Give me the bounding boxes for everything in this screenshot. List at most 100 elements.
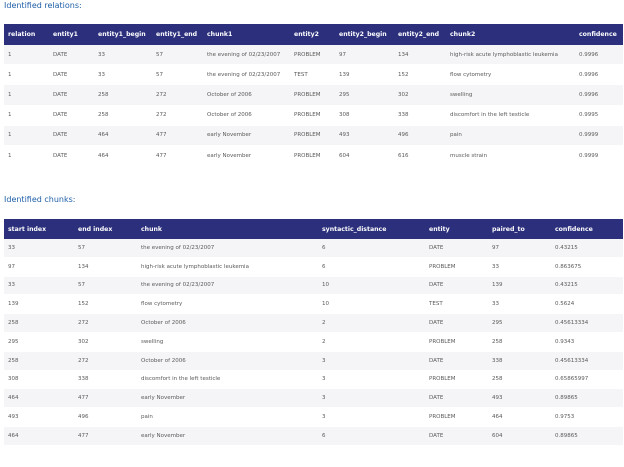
table-cell: 2 [318, 313, 425, 333]
table-cell: 493 [488, 388, 551, 409]
table-cell: PROBLEM [425, 370, 488, 390]
table-cell: 477 [152, 125, 203, 146]
table-cell: 604 [335, 145, 394, 167]
table-cell: 464 [94, 145, 152, 167]
table-cell: 3 [318, 407, 425, 427]
table-cell: muscle strain [446, 145, 575, 167]
table-cell: 139 [488, 276, 551, 296]
table-cell: 0.9999 [575, 125, 623, 146]
table-cell: 97 [4, 257, 74, 277]
table-cell: DATE [49, 45, 94, 66]
table-cell: 0.43215 [551, 239, 623, 258]
table-cell: 338 [74, 370, 137, 390]
column-header-confidence[interactable]: confidence [551, 219, 623, 239]
table-cell: 338 [488, 351, 551, 371]
table-cell: 3 [318, 370, 425, 390]
table-cell: the evening of 02/23/2007 [203, 64, 290, 86]
table-cell: DATE [425, 313, 488, 333]
table-cell: 57 [152, 45, 203, 66]
table-cell: 496 [394, 125, 446, 146]
table-row: 308 338 discomfort in the left testicle 3 PR… [4, 370, 623, 390]
table-cell: PROBLEM [425, 332, 488, 352]
table-cell: flow cytometry [137, 294, 318, 315]
table-cell: 6 [318, 257, 425, 277]
column-header-paired-to[interactable]: paired_to [488, 219, 551, 239]
table-cell: PROBLEM [425, 407, 488, 427]
table-cell: 152 [394, 64, 446, 86]
table-cell: 134 [74, 257, 137, 277]
table-cell: 0.9753 [551, 407, 623, 427]
table-row: 1 DATE 258 272 October of 2006 PROBLEM 295 302 s… [4, 84, 623, 106]
table-cell: 134 [394, 45, 446, 66]
table-cell: 477 [74, 426, 137, 446]
table-cell: DATE [49, 64, 94, 86]
table-cell: 308 [335, 105, 394, 126]
table-cell: 0.9996 [575, 64, 623, 86]
table-cell: early November [137, 426, 318, 446]
table-row: 33 57 the evening of 02/23/2007 6 DATE 97 0.43… [4, 239, 623, 258]
table-cell: 33 [94, 64, 152, 86]
column-header-chunk2[interactable]: chunk2 [446, 24, 575, 45]
table-cell: 604 [488, 426, 551, 446]
table-cell: discomfort in the left testicle [137, 370, 318, 390]
table-cell: 0.89865 [551, 388, 623, 409]
table-row: 464 477 early November 6 DATE 604 0.89865 [4, 426, 623, 446]
table-cell: 33 [4, 239, 74, 258]
table-cell: 0.89865 [551, 426, 623, 446]
table-cell: the evening of 02/23/2007 [203, 45, 290, 66]
column-header-entity2-begin[interactable]: entity2_begin [335, 24, 394, 45]
table-cell: high-risk acute lymphoblastic leukemia [137, 257, 318, 277]
table-cell: 493 [335, 125, 394, 146]
table-cell: 464 [94, 125, 152, 146]
table-cell: 616 [394, 145, 446, 167]
table-cell: 0.9996 [575, 84, 623, 106]
table-cell: 33 [488, 257, 551, 277]
table-row: 33 57 the evening of 02/23/2007 10 DATE 139 0.… [4, 276, 623, 296]
table-cell: 464 [488, 407, 551, 427]
table-row: 139 152 flow cytometry 10 TEST 33 0.5624 [4, 294, 623, 315]
table-cell: 1 [4, 125, 49, 146]
table-cell: 1 [4, 145, 49, 167]
column-header-entity1-end[interactable]: entity1_end [152, 24, 203, 45]
column-header-syntactic-distance[interactable]: syntactic_distance [318, 219, 425, 239]
table-cell: 0.65865997 [551, 370, 623, 390]
table-cell: 295 [488, 313, 551, 333]
chunks-header-row: start index end index chunk syntactic_di… [4, 219, 623, 239]
table-cell: early November [203, 145, 290, 167]
column-header-entity2-end[interactable]: entity2_end [394, 24, 446, 45]
column-header-start-index[interactable]: start index [4, 219, 74, 239]
column-header-end-index[interactable]: end index [74, 219, 137, 239]
column-header-entity1-begin[interactable]: entity1_begin [94, 24, 152, 45]
column-header-entity[interactable]: entity [425, 219, 488, 239]
table-cell: DATE [425, 388, 488, 409]
table-row: 1 DATE 464 477 early November PROBLEM 493 496 pa… [4, 125, 623, 146]
table-cell: 496 [74, 407, 137, 427]
column-header-entity1[interactable]: entity1 [49, 24, 94, 45]
table-cell: 2 [318, 332, 425, 352]
table-cell: 97 [335, 45, 394, 66]
table-cell: 295 [335, 84, 394, 106]
table-cell: 1 [4, 64, 49, 86]
column-header-relation[interactable]: relation [4, 24, 49, 45]
column-header-confidence[interactable]: confidence [575, 24, 623, 45]
table-cell: DATE [49, 145, 94, 167]
table-cell: 10 [318, 294, 425, 315]
table-cell: 302 [74, 332, 137, 352]
table-cell: swelling [137, 332, 318, 352]
column-header-chunk[interactable]: chunk [137, 219, 318, 239]
column-header-chunk1[interactable]: chunk1 [203, 24, 290, 45]
table-cell: 57 [74, 239, 137, 258]
table-cell: DATE [49, 84, 94, 106]
table-cell: 258 [4, 351, 74, 371]
column-header-entity2[interactable]: entity2 [290, 24, 335, 45]
table-cell: 308 [4, 370, 74, 390]
table-cell: 1 [4, 45, 49, 66]
table-row: 258 272 October of 2006 3 DATE 338 0.45613334 [4, 351, 623, 371]
table-cell: 0.863675 [551, 257, 623, 277]
table-cell: 272 [152, 105, 203, 126]
table-cell: PROBLEM [290, 125, 335, 146]
table-cell: October of 2006 [203, 105, 290, 126]
table-cell: early November [137, 388, 318, 409]
table-row: 464 477 early November 3 DATE 493 0.89865 [4, 388, 623, 409]
table-cell: 302 [394, 84, 446, 106]
